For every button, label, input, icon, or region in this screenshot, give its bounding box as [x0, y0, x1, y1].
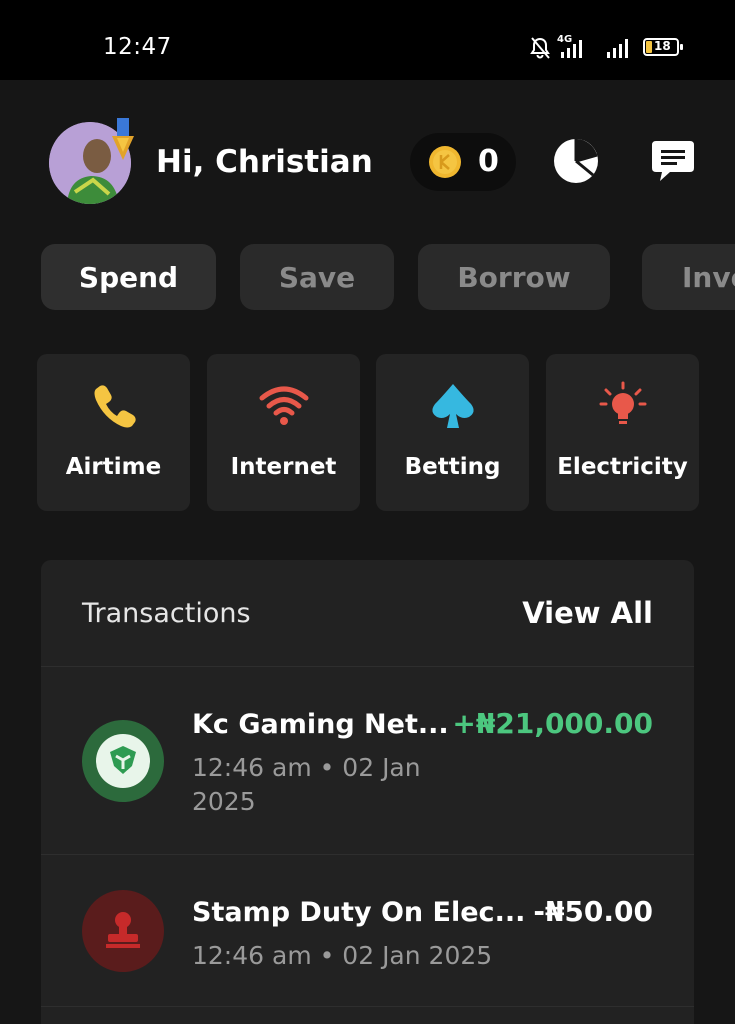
- tab-spend[interactable]: Spend: [41, 244, 216, 310]
- status-icons: 4G 18: [529, 34, 689, 60]
- tab-save[interactable]: Save: [240, 244, 394, 310]
- signal-4g-icon: 4G: [557, 34, 593, 60]
- transaction-name: Kc Gaming Net...: [192, 709, 449, 740]
- transaction-row[interactable]: Stamp Duty On Elec... 12:46 am • 02 Jan …: [41, 855, 694, 1007]
- transactions-title: Transactions: [82, 598, 251, 629]
- pie-chart-icon[interactable]: [553, 138, 599, 184]
- transaction-time-line2: 2025: [192, 787, 256, 816]
- view-all-link[interactable]: View All: [522, 596, 653, 630]
- tab-borrow[interactable]: Borrow: [418, 244, 610, 310]
- service-label-betting: Betting: [404, 454, 501, 480]
- transaction-name: Stamp Duty On Elec...: [192, 897, 526, 928]
- status-bar: 12:47 4G 18: [0, 0, 735, 80]
- service-label-airtime: Airtime: [65, 454, 162, 480]
- status-time: 12:47: [103, 34, 172, 60]
- transaction-time: 12:46 am • 02 Jan 2025: [192, 939, 492, 973]
- app-screen: Hi, Christian 0 Spend Save Borrow Inve A…: [0, 80, 735, 1024]
- stamp-icon: [82, 890, 164, 972]
- service-betting[interactable]: Betting: [376, 354, 529, 511]
- service-airtime[interactable]: Airtime: [37, 354, 190, 511]
- message-icon[interactable]: [650, 138, 696, 184]
- service-electricity[interactable]: Electricity: [546, 354, 699, 511]
- signal-icon: [607, 39, 628, 58]
- gaming-logo-icon: [82, 720, 164, 802]
- transaction-row[interactable]: Kc Gaming Net... 12:46 am • 02 Jan 2025 …: [41, 667, 694, 855]
- coin-icon: [429, 146, 461, 178]
- spade-icon: [431, 384, 474, 428]
- transaction-time: 12:46 am • 02 Jan 2025: [192, 751, 421, 819]
- greeting: Hi, Christian: [156, 144, 373, 180]
- tab-invest[interactable]: Inve: [642, 244, 735, 310]
- coin-balance-pill[interactable]: 0: [410, 133, 516, 191]
- coin-count: 0: [478, 144, 499, 179]
- transaction-amount: -₦50.00: [533, 895, 653, 928]
- mute-bell-icon: [530, 37, 550, 59]
- wifi-icon: [259, 386, 308, 425]
- bulb-icon: [599, 381, 646, 424]
- transaction-time-line1: 12:46 am • 02 Jan 2025: [192, 941, 493, 970]
- service-internet[interactable]: Internet: [207, 354, 360, 511]
- transactions-header: Transactions View All: [41, 560, 694, 667]
- transactions-card: Transactions View All Kc Gaming Net... 1…: [41, 560, 694, 1024]
- medal-icon: [112, 118, 134, 160]
- transaction-time-line1: 12:46 am • 02 Jan: [192, 753, 421, 782]
- transaction-amount: +₦21,000.00: [452, 707, 653, 740]
- battery-level: 18: [654, 39, 671, 53]
- phone-icon: [94, 385, 136, 428]
- battery-icon: 18: [643, 36, 683, 58]
- service-label-internet: Internet: [230, 454, 337, 480]
- service-label-electricity: Electricity: [557, 454, 688, 480]
